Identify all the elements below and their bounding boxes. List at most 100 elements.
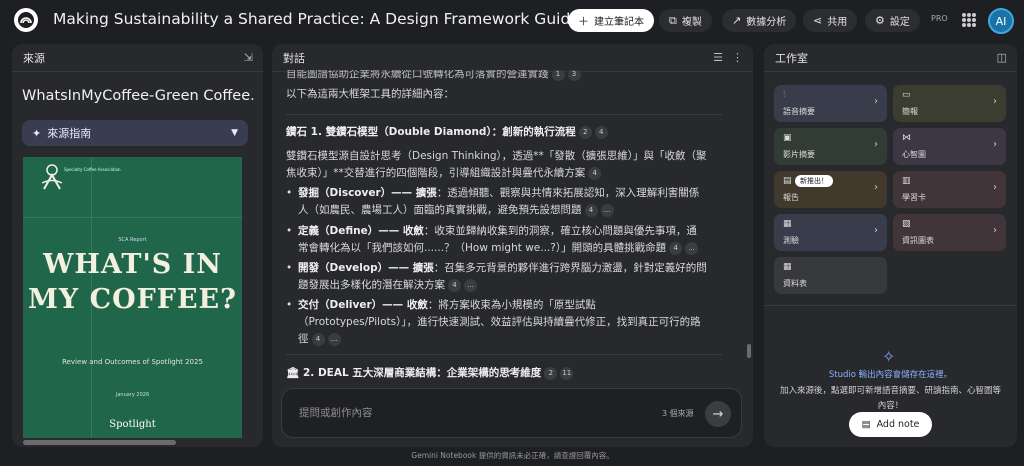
studio-tile-flashcards[interactable]: ▥ 學習卡 › [893, 171, 1006, 208]
studio-tile-infographic[interactable]: ▧ 資訊圖表 › [893, 214, 1006, 251]
studio-empty-desc: 加入來源後，點選即可新增語音摘要、研讀指南、心智圖等內容！ [779, 386, 1001, 411]
chevron-right-icon: › [993, 182, 997, 193]
chat-cut-line: 自能圖譜協助企業將永續從口號轉化為可落實的營運實踐 1 3 [286, 70, 581, 83]
citation-chip[interactable]: ... [685, 241, 699, 255]
chevron-right-icon: › [874, 139, 878, 150]
citation-chip[interactable]: 4 [669, 241, 683, 255]
copy-icon: ⧉ [669, 13, 677, 27]
sources-panel: 來源 ⇲ WhatsInMyCoffee-Green Coffee... ✦ 來… [12, 44, 263, 447]
citation-chip[interactable]: 1 [551, 70, 565, 81]
scroll-down-chevron-icon[interactable]: ⌄ [504, 361, 514, 375]
citation-chip[interactable]: 2 [544, 366, 558, 380]
create-notebook-label: 建立筆記本 [594, 17, 644, 28]
citation-chip[interactable]: 4 [594, 125, 608, 139]
video-icon: ▣ [783, 133, 792, 143]
divider [764, 305, 1017, 306]
studio-tile-quiz[interactable]: ▦ 測驗 › [774, 214, 887, 251]
add-note-label: Add note [876, 419, 920, 430]
citation-chip[interactable]: 3 [567, 70, 581, 81]
studio-tile-slides[interactable]: ▭ 簡報 › [893, 85, 1006, 122]
bullet-define: 定義（Define）—— 收斂：收束並歸納收集到的洞察，確立核心問題與優先事項，… [286, 223, 722, 257]
share-label: 共用 [827, 17, 848, 28]
divider [286, 354, 722, 355]
chat-header-label: 對話 [283, 51, 305, 65]
plus-icon: ＋ [578, 14, 589, 28]
audio-icon: ⫶ [783, 90, 786, 100]
horizontal-scrollbar[interactable] [23, 440, 176, 445]
disclaimer: Gemini Notebook 提供的資訊未必正確，請查證回覆內容。 [411, 451, 614, 460]
citation-chip[interactable]: 2 [578, 125, 592, 139]
studio-header-label: 工作室 [775, 51, 808, 65]
sources-header: 來源 ⇲ [12, 44, 263, 72]
citation-chip[interactable]: 4 [448, 278, 461, 292]
citation-chip[interactable]: 4 [584, 203, 598, 217]
citation-chip[interactable]: ... [327, 332, 341, 346]
source-title[interactable]: WhatsInMyCoffee-Green Coffee... [22, 88, 254, 104]
bullet-develop: 開發（Develop）—— 擴張：召集多元背景的夥伴進行跨界腦力激盪，針對定義好… [286, 260, 722, 294]
settings-label: 設定 [889, 17, 910, 28]
chevron-down-icon: ▼ [231, 128, 238, 138]
copy-button[interactable]: ⧉ 複製 [659, 9, 712, 32]
new-badge: 新推出！ [795, 175, 833, 187]
studio-tile-mindmap[interactable]: ⋈ 心智圖 › [893, 128, 1006, 165]
slides-icon: ▭ [902, 90, 911, 100]
source-count: 3 個來源 [662, 409, 694, 418]
chat-input[interactable]: 提問或創作內容 3 個來源 → [281, 388, 742, 438]
studio-tile-audio[interactable]: ⫶ 語音摘要 › [774, 85, 887, 122]
sources-header-label: 來源 [23, 51, 45, 65]
collapse-panel-icon[interactable]: ⇲ [244, 51, 253, 64]
studio-tile-report[interactable]: ▤ 新推出！ 報告 › [774, 171, 887, 208]
chevron-right-icon: › [993, 225, 997, 236]
source-cover-image[interactable]: Specialty Coffee Association SCA Report … [23, 157, 242, 438]
chevron-right-icon: › [993, 96, 997, 107]
section1-heading: 鑽石 1. 雙鑽石模型（Double Diamond）：創新的執行流程 2 4 [286, 124, 608, 141]
source-guide-label: 來源指南 [47, 127, 92, 140]
send-arrow-icon[interactable]: → [705, 401, 731, 427]
sidebar-toggle-icon[interactable]: ◫ [997, 51, 1007, 64]
add-note-button[interactable]: ▤ Add note [849, 412, 932, 437]
source-guide-button[interactable]: ✦ 來源指南 ▼ [22, 120, 248, 146]
trend-icon: ↗ [732, 14, 742, 27]
create-notebook-button[interactable]: ＋ 建立筆記本 [568, 9, 654, 32]
studio-panel: 工作室 ◫ ⫶ 語音摘要 › ▭ 簡報 › ▣ 影片摘要 › ⋈ 心智圖 › ▤ 新推出！ 報告 › … [764, 44, 1017, 447]
divider [286, 114, 722, 115]
cover-divider-horizontal [23, 217, 242, 218]
bullet-discover: 發掘（Discover）—— 擴張：透過傾聽、觀察與共情來拓展認知，深入理解利害… [286, 185, 722, 219]
apps-grid-icon[interactable] [962, 13, 976, 27]
section1-body-line2: 焦收束）」**交替進行的四個階段，引導組織設計與疊代永續方案 4 [286, 165, 602, 182]
chat-header: 對話 ☰ ⋮ [272, 44, 753, 72]
notebook-logo-icon[interactable] [14, 8, 38, 32]
pro-badge: PRO [931, 14, 948, 23]
citation-chip[interactable]: 4 [311, 332, 325, 346]
avatar[interactable]: AI [988, 8, 1014, 34]
citation-chip[interactable]: 11 [560, 366, 574, 380]
section1-body-line1: 雙鑽石模型源自設計思考（Design Thinking），透過**「發散（擴張思… [286, 150, 707, 162]
settings-button[interactable]: ⚙ 設定 [865, 9, 920, 32]
studio-header: 工作室 ◫ [764, 44, 1017, 72]
studio-tile-datatable[interactable]: ▦ 資料表 [774, 257, 887, 294]
cover-seal-text: Specialty Coffee Association [64, 167, 121, 172]
chevron-right-icon: › [874, 225, 878, 236]
analytics-button[interactable]: ↗ 數據分析 [722, 9, 797, 32]
cover-headline: WHAT'S IN MY COFFEE? [28, 249, 237, 315]
vertical-scrollbar[interactable] [747, 344, 751, 358]
citation-chip[interactable]: ... [600, 203, 614, 217]
magic-wand-icon: ✧ [882, 347, 896, 366]
chat-input-placeholder: 提問或創作內容 [299, 407, 373, 419]
section2-heading: 🏛 2. DEAL 五大深層商業結構：企業架構的思考維度 2 11 [286, 365, 574, 380]
copy-label: 複製 [681, 17, 702, 28]
sparkle-icon: ✦ [32, 126, 42, 140]
chevron-right-icon: › [874, 182, 878, 193]
share-button[interactable]: ⋖ 共用 [803, 9, 858, 32]
table-icon: ▦ [783, 262, 792, 272]
top-bar: Making Sustainability a Shared Practice:… [0, 0, 1024, 42]
more-vert-icon[interactable]: ⋮ [732, 51, 743, 64]
tune-icon[interactable]: ☰ [713, 51, 723, 64]
citation-chip[interactable]: ... [464, 278, 477, 292]
studio-tile-video[interactable]: ▣ 影片摘要 › [774, 128, 887, 165]
citation-chip[interactable]: 4 [588, 166, 602, 180]
chat-panel: 對話 ☰ ⋮ 自能圖譜協助企業將永續從口號轉化為可落實的營運實踐 1 3 以下為這兩… [272, 44, 753, 447]
mindmap-icon: ⋈ [902, 133, 911, 143]
bank-icon: 🏛 [286, 367, 300, 379]
notebook-title[interactable]: Making Sustainability a Shared Practice:… [53, 10, 580, 28]
